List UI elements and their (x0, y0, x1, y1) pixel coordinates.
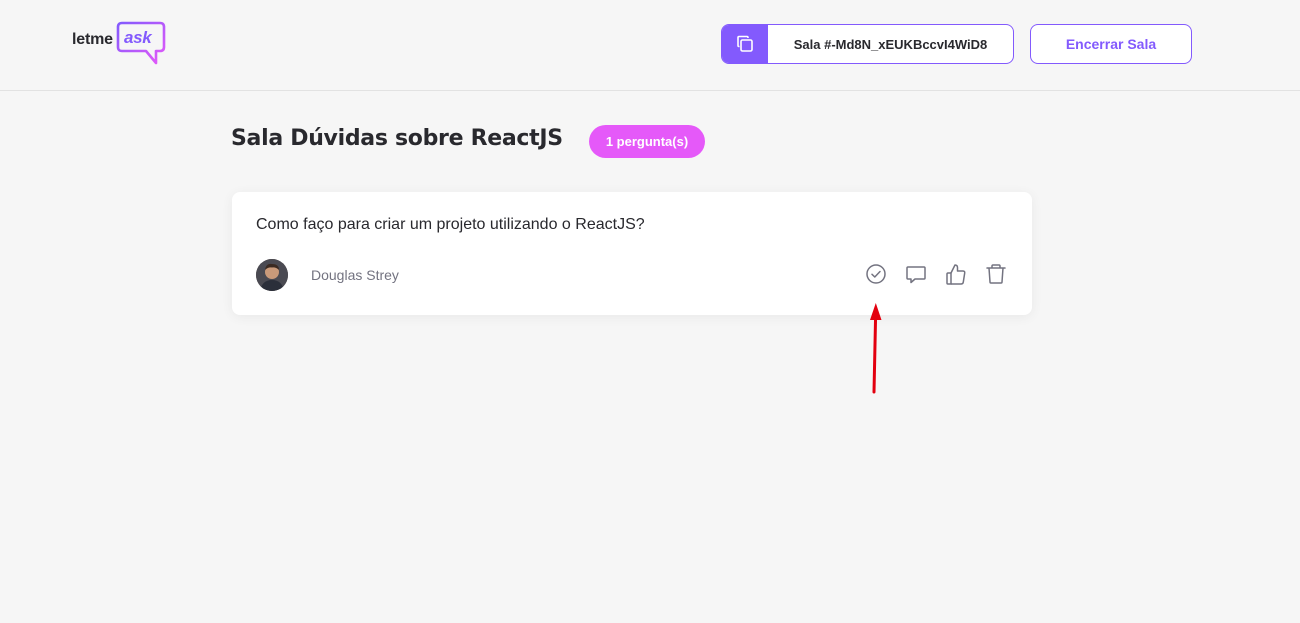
room-code-button[interactable]: Sala #-Md8N_xEUKBccvI4WiD8 (721, 24, 1014, 64)
question-author: Douglas Strey (311, 267, 399, 283)
copy-icon (722, 25, 768, 63)
logo-text-letme: letme (72, 31, 113, 48)
letmeask-logo[interactable]: letme ask (70, 18, 170, 68)
like-icon[interactable] (943, 261, 969, 287)
annotation-arrow-icon (870, 303, 882, 394)
room-code-label: Sala #-Md8N_xEUKBccvI4WiD8 (793, 36, 988, 52)
avatar (256, 259, 288, 291)
question-card: Como faço para criar um projeto utilizan… (232, 192, 1032, 315)
answer-icon[interactable] (903, 261, 929, 287)
check-circle-icon[interactable] (863, 261, 889, 287)
logo-text-ask: ask (124, 28, 152, 47)
end-room-button[interactable]: Encerrar Sala (1030, 24, 1192, 64)
page-header: letme ask Sala #-Md8N_xEUKBccvI4WiD8 Enc… (0, 0, 1300, 91)
question-count-badge: 1 pergunta(s) (589, 125, 705, 158)
delete-icon[interactable] (983, 261, 1009, 287)
question-content: Como faço para criar um projeto utilizan… (256, 216, 645, 233)
page-title: Sala Dúvidas sobre ReactJS (231, 126, 563, 151)
